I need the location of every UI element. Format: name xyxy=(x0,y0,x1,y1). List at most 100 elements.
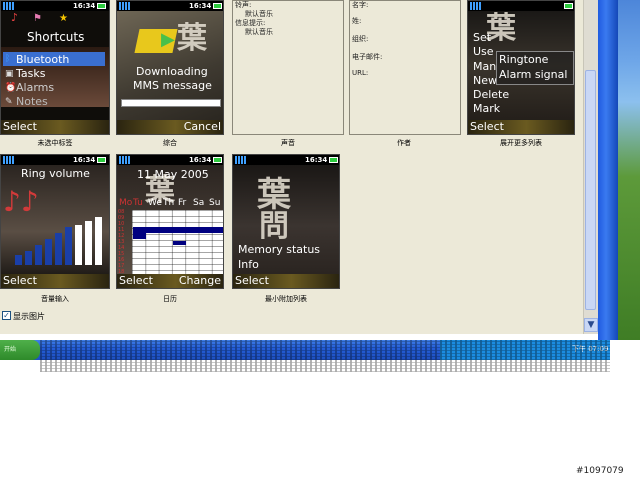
softkey-bar: Select Change xyxy=(117,274,223,288)
calendar-event[interactable] xyxy=(173,241,186,245)
tile-shortcuts[interactable]: 16:34 ♪ ⚑ ★ Shortcuts ᛒ Bluetooth ▣ Task… xyxy=(0,0,110,135)
softkey-change[interactable]: Change xyxy=(179,274,221,287)
calendar-event[interactable] xyxy=(133,227,223,233)
menu-item-bluetooth[interactable]: Bluetooth xyxy=(16,53,69,66)
brush-logo: 葉 xyxy=(177,21,207,56)
alarm-icon: ⏰ xyxy=(5,83,17,93)
volume-title: Ring volume xyxy=(21,167,90,180)
battery-icon xyxy=(213,157,222,163)
signal-icon xyxy=(470,2,482,10)
tile-caption: 展开更多列表 xyxy=(500,139,542,147)
option-manage[interactable]: Man xyxy=(473,60,496,73)
download-subtitle: MMS message xyxy=(133,79,212,92)
softkey-select[interactable]: Select xyxy=(119,274,153,287)
clock-text: 16:34 xyxy=(189,156,212,164)
tile-caption: 日历 xyxy=(163,295,177,303)
clock-text: 16:34 xyxy=(73,156,96,164)
tray-clock[interactable]: 下午 07:09 xyxy=(572,344,608,354)
calendar-date-title: 11 May 2005 xyxy=(137,168,209,181)
last-name-label: 姓: xyxy=(352,17,362,25)
calendar-event[interactable] xyxy=(133,233,146,239)
submenu-alarm-signal[interactable]: Alarm signal xyxy=(499,68,567,81)
signal-icon xyxy=(3,2,15,10)
panel-caption: 作者 xyxy=(397,139,411,147)
organization-label: 组织: xyxy=(352,35,369,43)
battery-icon xyxy=(213,3,222,9)
arrow-icon: ▶ xyxy=(161,29,175,50)
submenu-ringtone[interactable]: Ringtone xyxy=(499,53,548,66)
menu-item-memory-status[interactable]: Memory status xyxy=(238,243,320,256)
sound-panel: 铃声: 默认音乐 信息提示: 默认音乐 xyxy=(232,0,344,135)
download-title: Downloading xyxy=(136,65,208,78)
menu-item-alarms[interactable]: Alarms xyxy=(16,81,54,94)
weekday-label: Th xyxy=(163,198,175,208)
weekday-label: Mo xyxy=(119,198,133,208)
softkey-select[interactable]: Select xyxy=(3,120,37,133)
music-notes-icon: ♪♪ xyxy=(3,185,39,218)
option-use[interactable]: Use xyxy=(473,45,494,58)
battery-icon xyxy=(329,157,338,163)
softkey-bar: Select xyxy=(1,274,109,288)
signal-icon xyxy=(235,156,247,164)
tile-downloading[interactable]: 16:34 葉 ▶ Downloading MMS message Cancel xyxy=(116,0,224,135)
tile-caption: 音量输入 xyxy=(41,295,69,303)
battery-icon xyxy=(97,157,106,163)
menu-item-notes[interactable]: Notes xyxy=(16,95,48,108)
option-delete[interactable]: Delete xyxy=(473,88,509,101)
start-button[interactable]: 开始 xyxy=(0,340,40,360)
softkey-bar: Select xyxy=(1,120,109,134)
show-pictures-checkbox[interactable]: ✓ xyxy=(2,311,11,320)
download-progress-bar xyxy=(121,99,221,107)
tile-calendar[interactable]: 16:34 葉 11 May 2005 Mo Tu We Th Fr Sa Su… xyxy=(116,154,224,289)
email-label: 电子邮件: xyxy=(352,53,383,61)
status-bar: 16:34 xyxy=(117,155,223,165)
softkey-bar: Select xyxy=(233,274,339,288)
music-note-icon: ♪ xyxy=(11,11,19,24)
theme-preview-window: 16:34 ♪ ⚑ ★ Shortcuts ᛒ Bluetooth ▣ Task… xyxy=(0,0,598,334)
clock-text: 16:34 xyxy=(189,2,212,10)
bluetooth-icon: ᛒ xyxy=(5,54,11,64)
weekday-label: Tu xyxy=(133,198,143,208)
brush-logo: 問 xyxy=(259,209,289,244)
weekday-label: We xyxy=(148,198,162,208)
option-set[interactable]: Set xyxy=(473,31,491,44)
weekday-label: Sa xyxy=(193,198,205,208)
window-frame xyxy=(598,0,618,340)
scrollbar-thumb[interactable] xyxy=(585,70,596,310)
status-bar xyxy=(468,1,574,11)
flag-icon: ⚑ xyxy=(33,13,42,24)
notes-icon: ✎ xyxy=(5,97,13,107)
tasks-icon: ▣ xyxy=(5,69,14,79)
battery-icon xyxy=(564,3,573,9)
signal-icon xyxy=(119,156,131,164)
url-label: URL: xyxy=(352,69,369,77)
softkey-cancel[interactable]: Cancel xyxy=(184,120,221,133)
tile-caption: 综合 xyxy=(163,139,177,147)
weekday-label: Su xyxy=(209,198,221,208)
status-bar: 16:34 xyxy=(233,155,339,165)
softkey-select[interactable]: Select xyxy=(470,120,504,133)
tile-caption: 未选中标签 xyxy=(37,139,73,147)
menu-item-info[interactable]: Info xyxy=(238,258,259,271)
weekday-label: Fr xyxy=(178,198,187,208)
tile-caption: 最小附加列表 xyxy=(265,295,307,303)
scroll-down-arrow-icon[interactable]: ▼ xyxy=(584,318,598,332)
menu-item-tasks[interactable]: Tasks xyxy=(16,67,45,80)
tile-ring-volume[interactable]: 16:34 Ring volume ♪♪ Select xyxy=(0,154,110,289)
option-mark[interactable]: Mark xyxy=(473,102,500,115)
option-new[interactable]: New xyxy=(473,74,497,87)
signal-icon xyxy=(119,2,131,10)
status-bar: 16:34 xyxy=(1,1,109,11)
softkey-select[interactable]: Select xyxy=(3,274,37,287)
tile-memory[interactable]: 16:34 葉 問 Memory status Info Select xyxy=(232,154,340,289)
image-watermark: #1097079 xyxy=(576,466,624,476)
start-label: 开始 xyxy=(4,346,17,353)
clock-text: 16:34 xyxy=(305,156,328,164)
message-alert-value: 默认音乐 xyxy=(245,28,273,36)
tile-more-list[interactable]: 葉 Set Use Man New Delete Mark Ringtone A… xyxy=(467,0,575,135)
clock-text: 16:34 xyxy=(73,2,96,10)
status-bar: 16:34 xyxy=(117,1,223,11)
battery-icon xyxy=(97,3,106,9)
softkey-select[interactable]: Select xyxy=(235,274,269,287)
show-pictures-label: 显示图片 xyxy=(13,312,45,321)
